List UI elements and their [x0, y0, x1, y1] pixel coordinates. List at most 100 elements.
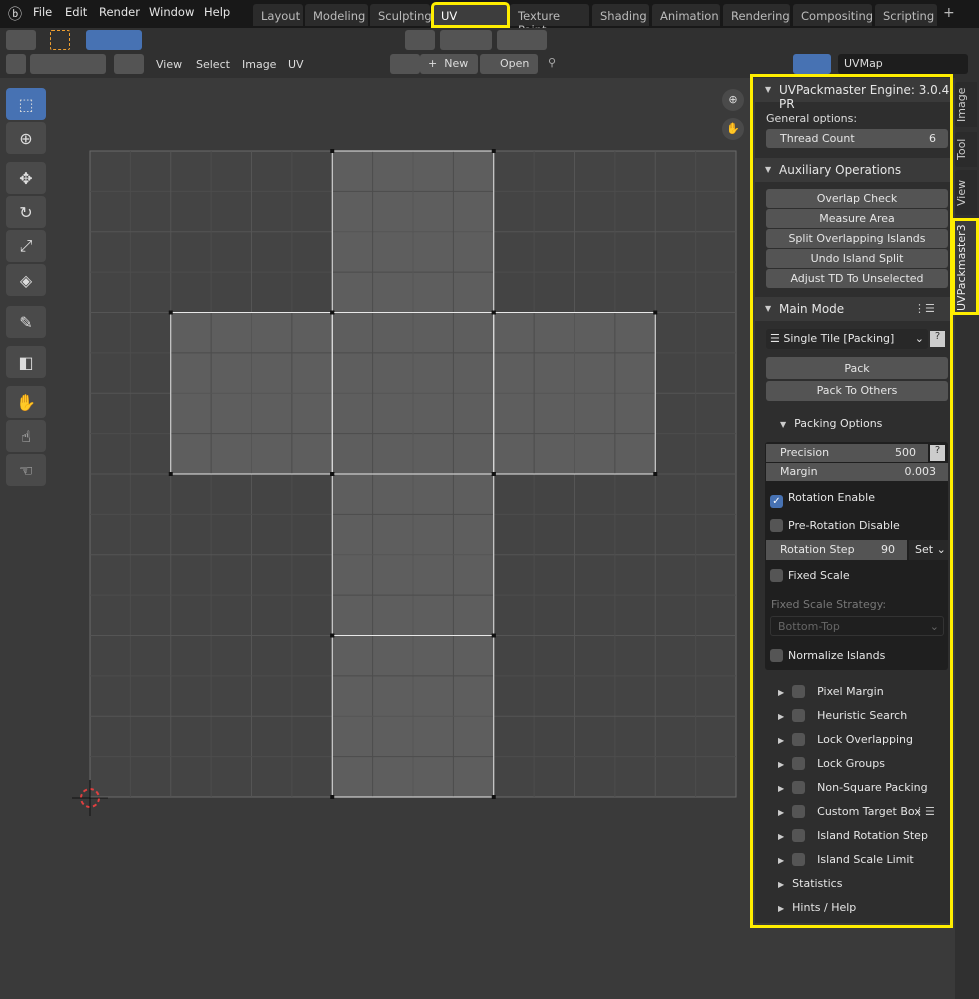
custom-target-box-list-icon[interactable]: ⋮☰	[914, 805, 935, 818]
normalize-islands-label: Normalize Islands	[788, 649, 886, 662]
select-mode-icon[interactable]	[50, 30, 70, 50]
aux-button-4[interactable]: Adjust TD To Unselected	[766, 269, 948, 288]
pack-to-others-button[interactable]: Pack To Others	[766, 381, 948, 401]
subpanel-lock-overlapping[interactable]: ▶ Lock Overlapping	[778, 733, 913, 746]
menu-render[interactable]: Render	[99, 5, 140, 19]
hints-label: Hints / Help	[792, 901, 857, 914]
side-tab-tool[interactable]: Tool	[955, 132, 977, 167]
workspace-tab-sculpting[interactable]: Sculpting	[370, 4, 432, 26]
precision-help-icon[interactable]: ?	[930, 445, 945, 461]
subpanel-label: Island Rotation Step	[817, 829, 928, 842]
workspace-tab-modeling[interactable]: Modeling	[305, 4, 368, 26]
rotation-enable-checkbox[interactable]: ✓ Rotation Enable	[770, 491, 875, 508]
thread-count-field[interactable]: Thread Count 6	[766, 129, 948, 148]
uv-vertex	[330, 795, 335, 799]
header-menu-select[interactable]: Select	[196, 58, 230, 71]
aux-button-1[interactable]: Measure Area	[766, 209, 948, 228]
sync-selection-button[interactable]	[6, 54, 26, 74]
subpanel-label: Island Scale Limit	[817, 853, 914, 866]
sticky-select-button[interactable]	[114, 54, 144, 74]
menu-window[interactable]: Window	[149, 5, 194, 19]
workspace-tab-animation[interactable]: Animation	[652, 4, 720, 26]
main-mode-select[interactable]: ☰ Single Tile [Packing] ⌄	[766, 329, 928, 349]
workspace-tab-layout[interactable]: Layout	[253, 4, 303, 26]
set-rotation-dropdown[interactable]: Set ⌄	[909, 540, 948, 560]
workspace-tab-texture-paint[interactable]: Texture Paint	[510, 4, 589, 37]
transform-tool-button[interactable]: ◈	[6, 264, 46, 296]
rotate-tool-button[interactable]: ↻	[6, 196, 46, 228]
move-tool-button[interactable]: ✥	[6, 162, 46, 194]
annotate-tool-button[interactable]: ✎	[6, 306, 46, 338]
side-tab-uvpackmaster3[interactable]: UVPackmaster3	[955, 220, 977, 315]
grab-tool-button[interactable]: ✋	[6, 386, 46, 418]
uv-vertex	[330, 310, 335, 315]
subpanel-non-square-packing[interactable]: ▶ Non-Square Packing	[778, 781, 928, 794]
aux-button-0[interactable]: Overlap Check	[766, 189, 948, 208]
blender-logo-icon[interactable]: ⓑ	[8, 4, 22, 24]
rip-tool-button[interactable]: ◧	[6, 346, 46, 378]
pre-rotation-disable-checkbox[interactable]: Pre-Rotation Disable	[770, 519, 900, 532]
select-mode-buttons[interactable]	[86, 30, 142, 50]
aux-button-3[interactable]: Undo Island Split	[766, 249, 948, 268]
menu-help[interactable]: Help	[204, 5, 230, 19]
pin-icon[interactable]: ⚲	[548, 56, 556, 69]
uvmap-field[interactable]: UVMap	[838, 54, 968, 74]
help-icon[interactable]: ?	[930, 331, 945, 347]
fixed-scale-label: Fixed Scale	[788, 569, 850, 582]
editor-type-button[interactable]	[6, 30, 36, 50]
packing-options-header[interactable]: ▼ Packing Options	[780, 417, 882, 430]
aux-button-2[interactable]: Split Overlapping Islands	[766, 229, 948, 248]
subpanel-pixel-margin[interactable]: ▶ Pixel Margin	[778, 685, 884, 698]
subpanel-island-scale-limit[interactable]: ▶ Island Scale Limit	[778, 853, 914, 866]
statistics-subpanel[interactable]: ▶ Statistics	[778, 877, 842, 890]
subpanel-custom-target-box[interactable]: ▶ Custom Target Box	[778, 805, 921, 818]
header-menu-view[interactable]: View	[156, 58, 182, 71]
workspace-tab-shading[interactable]: Shading	[592, 4, 649, 26]
normalize-islands-checkbox[interactable]: Normalize Islands	[770, 649, 885, 662]
open-image-button[interactable]: Open	[480, 54, 538, 74]
uv-vertex	[491, 472, 496, 476]
precision-field[interactable]: Precision 500	[766, 444, 928, 462]
rotation-step-field[interactable]: Rotation Step 90	[766, 540, 907, 560]
snap-button[interactable]	[440, 30, 492, 50]
proportional-edit-button[interactable]	[497, 30, 547, 50]
scale-tool-button[interactable]: ⤢	[6, 230, 46, 262]
hints-subpanel[interactable]: ▶ Hints / Help	[778, 901, 856, 914]
subpanel-island-rotation-step[interactable]: ▶ Island Rotation Step	[778, 829, 928, 842]
select-tool-button[interactable]: ⬚	[6, 88, 46, 120]
pack-button[interactable]: Pack	[766, 357, 948, 379]
list-icon[interactable]: ⋮☰	[914, 302, 935, 315]
margin-field[interactable]: Margin 0.003	[766, 463, 948, 481]
precision-value: 500	[895, 446, 916, 459]
uvmap-selector-icon[interactable]	[793, 54, 831, 74]
header-menu-uv[interactable]: UV	[288, 58, 304, 71]
rotation-step-value: 90	[881, 543, 895, 556]
side-tab-view[interactable]: View	[955, 170, 977, 215]
pinch-tool-button[interactable]: ☜	[6, 454, 46, 486]
pan-hand-icon[interactable]: ✋	[722, 118, 744, 140]
side-tab-image[interactable]: Image	[955, 82, 977, 127]
pivot-button[interactable]	[405, 30, 435, 50]
workspace-tab-compositing[interactable]: Compositing	[793, 4, 873, 26]
workspace-tab-scripting[interactable]: Scripting	[875, 4, 937, 26]
set-label: Set	[915, 543, 934, 556]
menu-file[interactable]: File	[33, 5, 52, 19]
menu-edit[interactable]: Edit	[65, 5, 87, 19]
subpanel-lock-groups[interactable]: ▶ Lock Groups	[778, 757, 885, 770]
relax-tool-button[interactable]: ☝	[6, 420, 46, 452]
fixed-scale-checkbox[interactable]: Fixed Scale	[770, 569, 850, 582]
workspace-tab-uv-editing[interactable]: UV Editing	[431, 2, 510, 37]
cursor-tool-button[interactable]: ⊕	[6, 122, 46, 154]
workspace-tab-rendering[interactable]: Rendering	[723, 4, 790, 26]
uv-select-mode-buttons[interactable]	[30, 54, 106, 74]
engine-panel-header[interactable]: UVPackmaster Engine: 3.0.4 PR	[755, 78, 950, 111]
zoom-icon[interactable]: ⊕	[722, 89, 744, 111]
aux-operations-header[interactable]: Auxiliary Operations	[755, 158, 950, 182]
image-browse-button[interactable]	[390, 54, 420, 74]
header-menu-image[interactable]: Image	[242, 58, 276, 71]
new-image-button[interactable]: + New	[420, 54, 478, 74]
subpanel-label: Pixel Margin	[817, 685, 884, 698]
general-options-label: General options:	[766, 112, 858, 125]
add-workspace-button[interactable]: +	[943, 5, 955, 21]
subpanel-heuristic-search[interactable]: ▶ Heuristic Search	[778, 709, 907, 722]
